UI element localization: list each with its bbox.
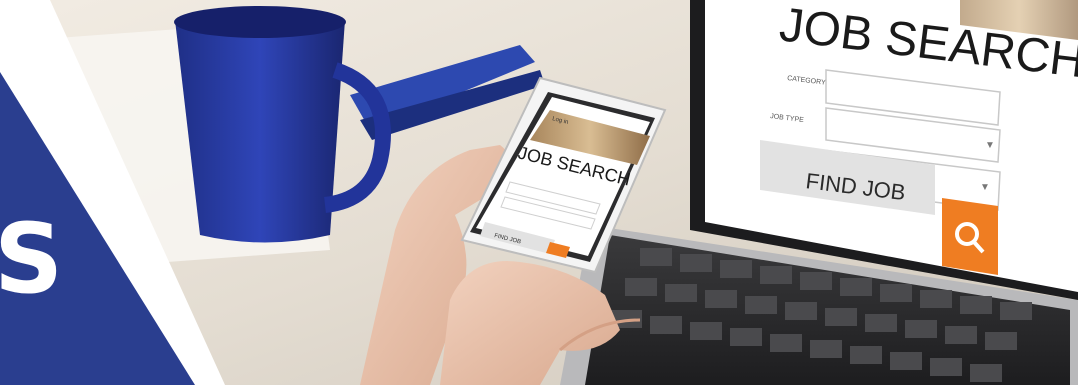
brand-letter: S — [0, 203, 63, 315]
laptop-search-button[interactable] — [942, 198, 998, 275]
hero-banner: JOB SEARCH CATEGORY JOB TYPE ▼ ▼ FIND JO… — [0, 0, 1078, 385]
chevron-down-icon: ▼ — [985, 140, 995, 151]
chevron-down-icon: ▼ — [980, 182, 990, 193]
